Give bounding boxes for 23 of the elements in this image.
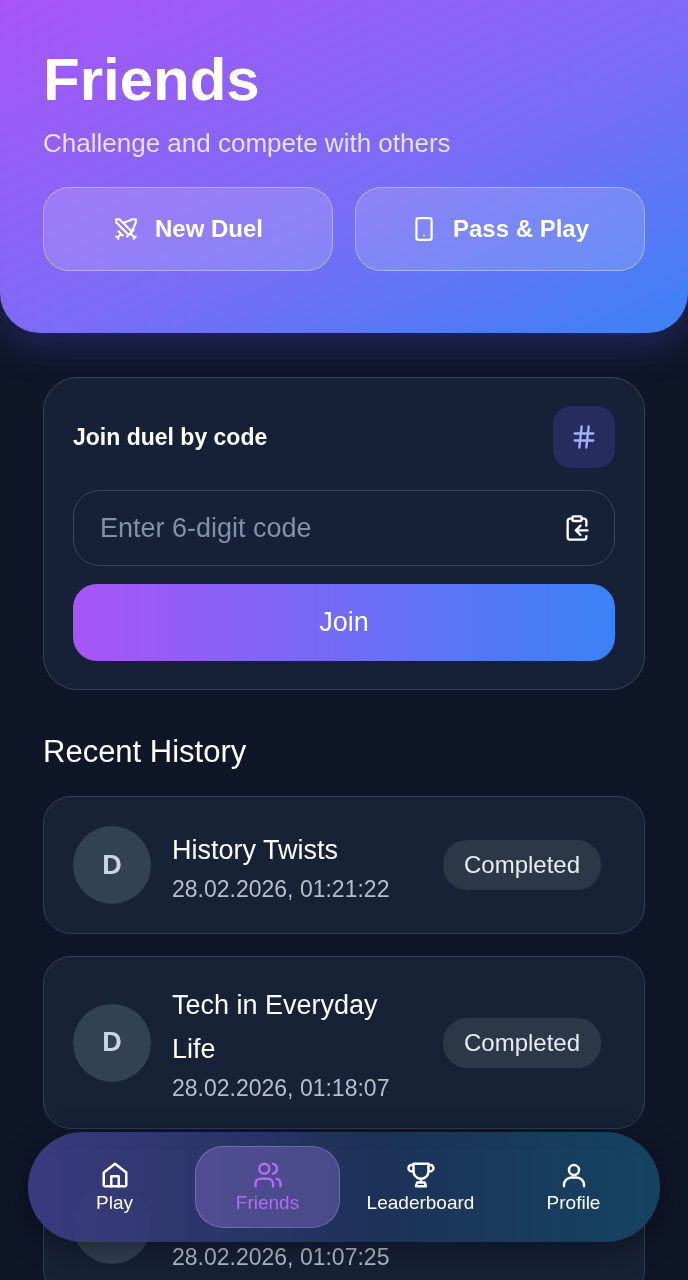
duel-title: Tech in Everyday Life <box>172 989 379 1066</box>
trophy-icon <box>405 1160 436 1190</box>
people-icon <box>252 1160 283 1190</box>
duel-date: 28.02.2026, 01:21:22 <box>172 875 391 903</box>
page-subtitle: Challenge and compete with others <box>43 128 452 159</box>
nav-tab[interactable]: Play <box>42 1146 187 1228</box>
nav-tab[interactable]: Profile <box>501 1146 646 1228</box>
duel-date: 28.02.2026, 01:07:25 <box>172 1244 391 1271</box>
duel-date: 28.02.2026, 01:18:07 <box>172 1075 391 1102</box>
code-field[interactable]: Enter 6-digit code <box>73 490 615 566</box>
duel-title: History Twists <box>172 833 340 867</box>
avatar: D <box>73 826 151 904</box>
section-title: Recent History <box>43 734 248 770</box>
history-card[interactable]: D Tech in Everyday Life 28.02.2026, 01:18:07 Completed <box>43 956 645 1129</box>
page-title: Friends <box>43 45 261 115</box>
status-badge: Completed <box>443 1017 602 1068</box>
history-card[interactable]: D History Twists 28.02.2026, 01:21:22 Completed <box>43 796 645 934</box>
swords-icon <box>113 216 139 242</box>
card-title: Join duel by code <box>73 423 268 451</box>
avatar: D <box>73 1003 151 1082</box>
join-button[interactable]: Join <box>73 584 615 661</box>
status-badge: Completed <box>443 840 602 890</box>
nav-tab[interactable]: Leaderboard <box>348 1146 493 1228</box>
